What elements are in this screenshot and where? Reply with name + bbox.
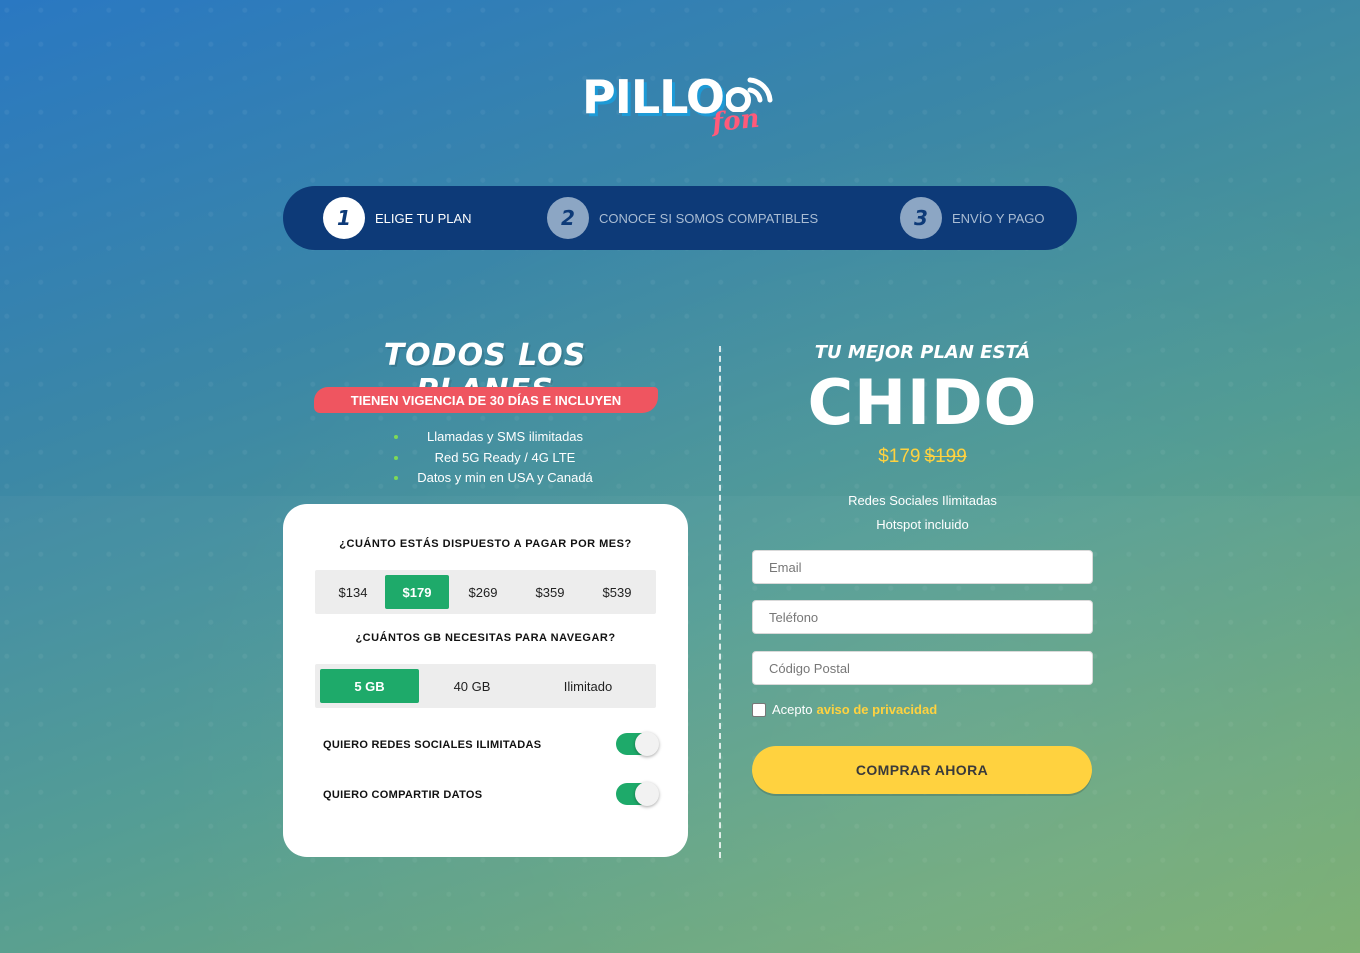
column-divider — [719, 346, 721, 858]
gb-question: ¿CUÁNTOS GB NECESITAS PARA NAVEGAR? — [355, 632, 616, 644]
logo-sub: fon — [710, 103, 761, 139]
price-option-179[interactable]: $179 — [385, 575, 449, 609]
consent-text: Acepto — [772, 702, 813, 717]
step-number: 3 — [900, 197, 942, 239]
gb-selector: 5 GB 40 GB Ilimitado — [315, 664, 656, 708]
price-option-539[interactable]: $539 — [585, 575, 649, 609]
price-option-134[interactable]: $134 — [319, 575, 387, 609]
privacy-consent: Acepto aviso de privacidad — [752, 702, 937, 717]
compartir-datos-switch[interactable] — [616, 782, 659, 806]
feature-item: Llamadas y SMS ilimitadas — [390, 427, 620, 448]
gb-option-5[interactable]: 5 GB — [320, 669, 419, 703]
price-new: $179 — [878, 446, 921, 467]
step-envio-pago[interactable]: 3 ENVÍO Y PAGO — [900, 197, 1045, 239]
step-number: 2 — [547, 197, 589, 239]
plan-price: $179 $199 — [790, 446, 1055, 468]
perk-item: Hotspot incluido — [876, 517, 969, 532]
gb-option-ilimitado[interactable]: Ilimitado — [529, 669, 647, 703]
switch-knob — [635, 732, 659, 756]
checkout-stepper: 1 ELIGE TU PLAN 2 CONOCE SI SOMOS COMPAT… — [283, 186, 1077, 250]
toggle-compartir-datos: QUIERO COMPARTIR DATOS — [323, 782, 659, 807]
price-question: ¿CUÁNTO ESTÁS DISPUESTO A PAGAR POR MES? — [339, 538, 632, 550]
step-label: CONOCE SI SOMOS COMPATIBLES — [599, 210, 819, 226]
redes-sociales-switch[interactable] — [616, 732, 659, 756]
step-label: ENVÍO Y PAGO — [952, 210, 1045, 226]
perk-item: Redes Sociales Ilimitadas — [848, 493, 997, 508]
email-field[interactable] — [752, 550, 1093, 584]
feature-item: Red 5G Ready / 4G LTE — [390, 448, 620, 469]
phone-field[interactable] — [752, 600, 1093, 634]
logo-word: PILLO — [582, 70, 725, 124]
privacy-checkbox[interactable] — [752, 702, 766, 717]
validity-banner: TIENEN VIGENCIA DE 30 DÍAS E INCLUYEN — [314, 387, 658, 413]
switch-knob — [635, 782, 659, 806]
price-option-269[interactable]: $269 — [451, 575, 515, 609]
plan-headline: CHIDO — [807, 366, 1038, 439]
zip-field[interactable] — [752, 651, 1093, 685]
step-elige-plan[interactable]: 1 ELIGE TU PLAN — [323, 197, 472, 239]
privacy-link[interactable]: aviso de privacidad — [816, 702, 937, 717]
best-plan-script: TU MEJOR PLAN ESTÁ — [814, 342, 1031, 363]
toggle-label: QUIERO REDES SOCIALES ILIMITADAS — [323, 739, 542, 751]
pillofon-logo[interactable]: PILLO fon — [580, 66, 780, 142]
gb-option-40[interactable]: 40 GB — [423, 669, 521, 703]
price-old: $199 — [924, 446, 967, 467]
plan-perks: Redes Sociales Ilimitadas Hotspot inclui… — [790, 489, 1055, 537]
price-option-359[interactable]: $359 — [518, 575, 582, 609]
price-selector: $134 $179 $269 $359 $539 — [315, 570, 656, 614]
step-label: ELIGE TU PLAN — [375, 210, 472, 226]
feature-item: Datos y min en USA y Canadá — [390, 468, 620, 489]
plan-configurator-card: ¿CUÁNTO ESTÁS DISPUESTO A PAGAR POR MES?… — [283, 504, 688, 857]
step-number: 1 — [323, 197, 365, 239]
buy-now-button[interactable]: COMPRAR AHORA — [752, 746, 1092, 794]
toggle-label: QUIERO COMPARTIR DATOS — [323, 789, 483, 801]
step-compatibilidad[interactable]: 2 CONOCE SI SOMOS COMPATIBLES — [547, 197, 819, 239]
toggle-redes-sociales: QUIERO REDES SOCIALES ILIMITADAS — [323, 732, 659, 757]
plan-features-list: Llamadas y SMS ilimitadas Red 5G Ready /… — [390, 427, 620, 489]
